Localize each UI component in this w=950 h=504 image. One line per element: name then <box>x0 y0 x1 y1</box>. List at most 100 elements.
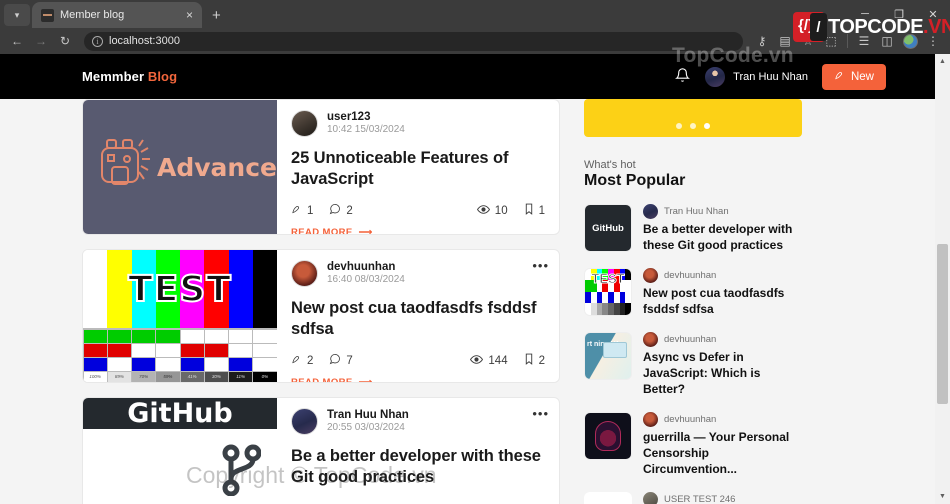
list-item[interactable]: devhuunhan guerrilla — Your Personal Cen… <box>584 411 802 478</box>
post-stats-right: 144 2 <box>454 353 545 368</box>
ramp-label: 59% <box>155 370 181 382</box>
list-item-author: devhuunhan <box>664 333 717 345</box>
watermark-badge-icon: {/} / <box>793 12 827 42</box>
post-author[interactable]: Tran Huu Nhan <box>327 408 409 422</box>
like-stat[interactable]: 2 <box>291 353 313 368</box>
page-viewport: Memmber Blog Tran Huu Nhan New Advance u… <box>0 54 950 504</box>
read-more-link[interactable]: READ MORE ⟶ <box>291 227 545 235</box>
avatar[interactable] <box>291 260 318 287</box>
like-count: 2 <box>307 354 314 367</box>
list-item-author: devhuunhan <box>664 269 717 281</box>
tab-search-button[interactable]: ▾ <box>4 4 30 26</box>
notification-bell-icon[interactable] <box>675 67 691 87</box>
post-content: user123 10:42 15/03/2024 25 Unnoticeable… <box>277 100 559 234</box>
carousel-dot[interactable] <box>676 123 682 129</box>
pen-icon <box>834 69 845 84</box>
post-author-row: user123 10:42 15/03/2024 <box>291 110 545 137</box>
close-icon[interactable]: × <box>183 9 196 21</box>
avatar[interactable] <box>291 110 318 137</box>
watermark-text: TOPCODE.VN <box>828 16 950 39</box>
post-title[interactable]: 25 Unnoticeable Features of JavaScript <box>291 148 545 190</box>
comment-stat[interactable]: 7 <box>329 353 353 368</box>
reload-icon[interactable]: ↻ <box>54 30 76 52</box>
post-author-row: devhuunhan 16:40 08/03/2024 <box>291 260 545 287</box>
comment-stat[interactable]: 2 <box>329 203 353 218</box>
post-timestamp: 10:42 15/03/2024 <box>327 124 405 136</box>
post-author[interactable]: devhuunhan <box>327 260 405 274</box>
list-item-title[interactable]: guerrilla — Your Personal Censorship Cir… <box>643 430 802 478</box>
post-title[interactable]: New post cua taodfasdfs fsddsf sdfsa <box>291 298 545 340</box>
site-logo[interactable]: Memmber Blog <box>82 69 177 84</box>
carousel-dot-active[interactable] <box>704 123 710 129</box>
illustration-screen <box>603 341 627 358</box>
post-card[interactable]: Advanced user123 10:42 15/03/2024 25 Unn… <box>82 99 560 235</box>
like-stat[interactable]: 1 <box>291 203 313 218</box>
scroll-down-arrow[interactable]: ▼ <box>935 489 950 504</box>
post-card[interactable]: TEST 100% 89% 70% 59% 41% 30% 11% 0% •••… <box>82 249 560 383</box>
ramp-label: 11% <box>228 370 254 382</box>
post-more-menu[interactable]: ••• <box>532 259 549 272</box>
back-icon[interactable]: ← <box>6 30 28 52</box>
new-post-label: New <box>850 70 874 83</box>
arrow-right-icon: ⟶ <box>358 227 373 235</box>
sidebar-thumb-async: rt ning VA <box>584 331 632 380</box>
carousel-dot[interactable] <box>690 123 696 129</box>
list-item[interactable]: rt ning VA devhuunhan Async vs Defer in … <box>584 331 802 398</box>
thumbnail-advanced[interactable]: Advanced <box>83 100 277 234</box>
bookmark-stat[interactable]: 1 <box>524 203 545 218</box>
site-info-icon[interactable]: i <box>92 35 103 47</box>
list-item-title[interactable]: Be a better developer with these Git goo… <box>643 222 802 254</box>
list-item-title[interactable]: Async vs Defer in JavaScript: Which is B… <box>643 350 802 398</box>
sidebar-thumb-test-text: T E S T <box>584 491 632 504</box>
view-stat: 144 <box>470 354 508 368</box>
post-author-row: Tran Huu Nhan 20:55 03/03/2024 <box>291 408 545 435</box>
bookmark-icon <box>524 203 534 218</box>
ramp-label: 70% <box>131 370 157 382</box>
comment-icon <box>329 353 341 368</box>
read-more-label: READ MORE <box>291 227 353 235</box>
avatar <box>643 491 658 504</box>
post-author[interactable]: user123 <box>327 110 405 124</box>
post-content: ••• devhuunhan 16:40 08/03/2024 New post… <box>277 250 559 382</box>
whats-hot-label: What's hot <box>584 159 636 171</box>
new-tab-button[interactable]: + <box>212 7 221 24</box>
list-item-title[interactable]: New post cua taodfasdfs fsddsf sdfsa <box>643 286 802 318</box>
bookmark-count: 2 <box>538 354 545 367</box>
post-stats: 2 7 144 2 <box>291 353 545 368</box>
comment-icon <box>329 203 341 218</box>
scroll-up-arrow[interactable]: ▲ <box>935 54 950 69</box>
list-item[interactable]: GitHub Tran Huu Nhan Be a better develop… <box>584 204 802 254</box>
forward-icon[interactable]: → <box>30 30 52 52</box>
color-grid: 100% 89% 70% 59% 41% 30% 11% 0% <box>83 328 277 382</box>
avatar <box>643 267 658 283</box>
bookmark-icon <box>524 353 534 368</box>
post-timestamp: 16:40 08/03/2024 <box>327 274 405 286</box>
list-item-author: Tran Huu Nhan <box>664 206 729 217</box>
tab-favicon <box>41 8 54 22</box>
list-item[interactable]: TEST devhuunhan New post cua taodfasdfs … <box>584 267 802 318</box>
new-post-button[interactable]: New <box>821 63 886 90</box>
page-scrollbar[interactable]: ▲ ▼ <box>935 54 950 504</box>
user-menu[interactable]: Tran Huu Nhan <box>704 65 808 88</box>
browser-tab[interactable]: Member blog × <box>32 2 202 28</box>
list-item[interactable]: T E S T USER TEST 246 UPDATE TEST TITLE … <box>584 491 802 504</box>
bookmark-stat[interactable]: 2 <box>524 353 545 368</box>
ramp-label: 89% <box>106 370 132 382</box>
page-body: Advanced user123 10:42 15/03/2024 25 Unn… <box>0 99 950 504</box>
avatar[interactable] <box>291 408 318 435</box>
comment-count: 2 <box>346 204 353 217</box>
post-more-menu[interactable]: ••• <box>532 407 549 420</box>
sidebar-thumb-label: TEST <box>591 270 625 286</box>
brand-second: Blog <box>147 69 178 84</box>
address-bar[interactable]: i localhost:3000 <box>84 31 743 51</box>
pen-icon <box>291 203 302 218</box>
avatar <box>704 65 727 88</box>
pen-icon <box>291 353 302 368</box>
like-count: 1 <box>307 204 314 217</box>
promo-banner-carousel[interactable] <box>584 99 802 137</box>
scrollbar-thumb[interactable] <box>937 244 948 404</box>
read-more-link[interactable]: READ MORE ⟶ <box>291 377 545 382</box>
thumbnail-test-pattern[interactable]: TEST 100% 89% 70% 59% 41% 30% 11% 0% <box>83 250 277 382</box>
view-count: 10 <box>494 204 508 217</box>
url-text: localhost:3000 <box>109 35 180 47</box>
